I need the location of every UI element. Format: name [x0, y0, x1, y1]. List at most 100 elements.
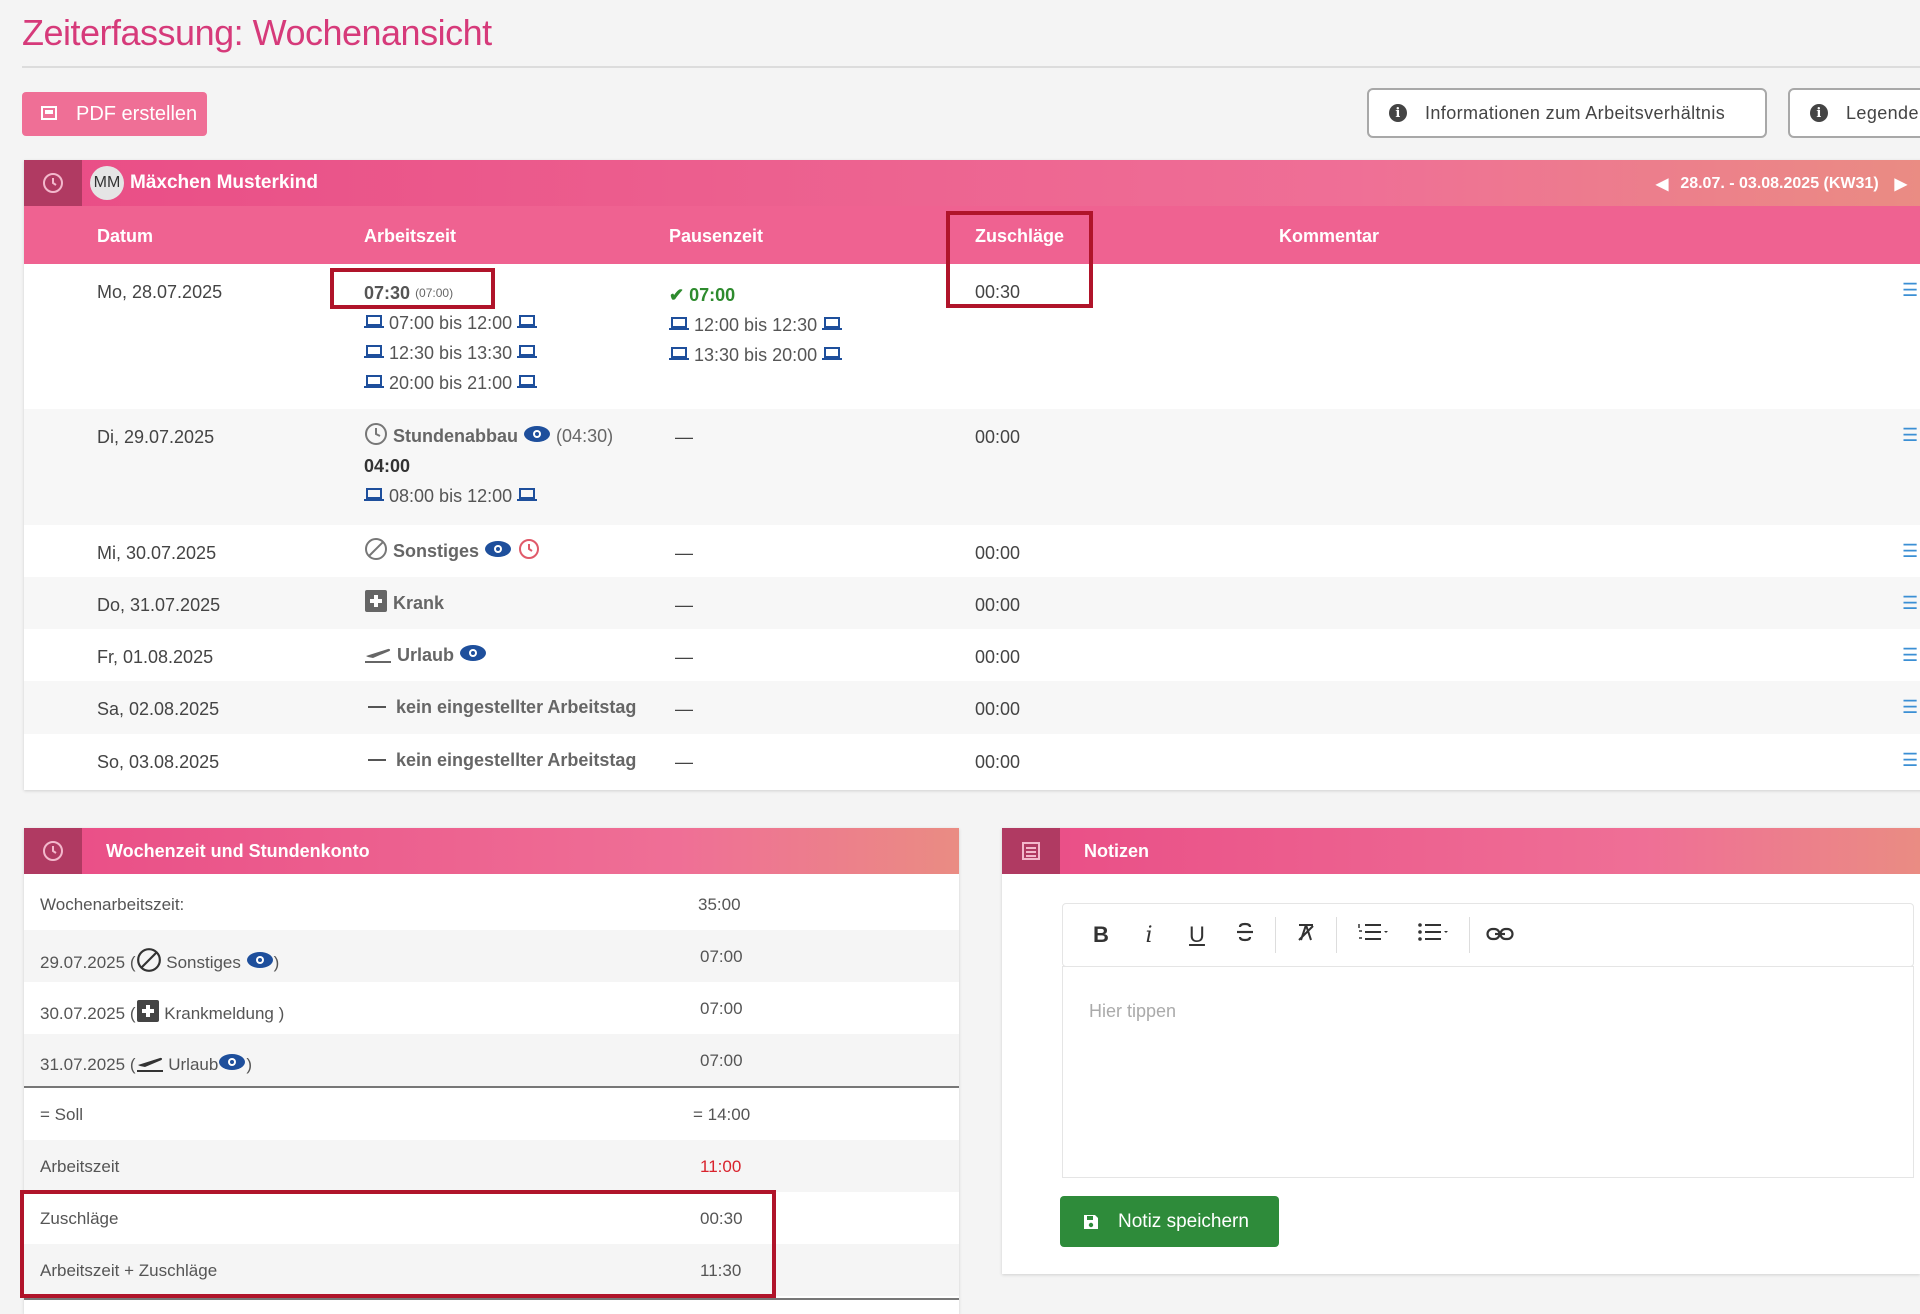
save-icon	[1084, 1214, 1098, 1229]
pause-total: 07:00	[689, 284, 736, 305]
col-pausenzeit: Pausenzeit	[669, 226, 764, 246]
summary-label: = Soll	[40, 1105, 83, 1124]
laptop-icon	[517, 343, 538, 364]
summary-row: 30.07.2025 ( Krankmeldung ) 07:00	[24, 982, 959, 1034]
absence-type: Urlaub	[397, 644, 455, 665]
info-button[interactable]: i Informationen zum Arbeitsverhältnis	[1367, 88, 1767, 138]
table-row: Fr, 01.08.2025 Urlaub — 00:00 ☰✎	[24, 629, 1920, 681]
eye-icon[interactable]	[459, 644, 487, 667]
laptop-icon	[364, 373, 384, 394]
legend-button-label: Legende	[1846, 102, 1919, 123]
legend-button[interactable]: i Legende	[1788, 88, 1920, 138]
list-icon[interactable]: ☰	[1902, 280, 1918, 301]
summary-row: = Soll = 14:00	[24, 1088, 959, 1140]
worktime-cell: Stundenabbau (04:30) 04:00 08:00 bis 12:…	[364, 421, 613, 511]
absence-type: Krank	[393, 592, 445, 613]
summary-value: 07:00	[700, 999, 743, 1018]
notes-icon	[1002, 828, 1060, 874]
toolbar-divider	[1469, 917, 1470, 953]
bold-button[interactable]: B	[1077, 922, 1125, 948]
toolbar-divider	[1275, 917, 1276, 953]
time-interval: 12:30 bis 13:30	[389, 342, 513, 363]
history-icon[interactable]	[517, 537, 541, 566]
zuschlag-value: 00:00	[975, 543, 1021, 563]
table-row: Do, 31.07.2025 Krank — 00:00 ☰✎	[24, 577, 1920, 629]
absence-type: kein eingestellter Arbeitstag	[396, 696, 637, 717]
laptop-icon	[517, 486, 538, 507]
laptop-icon	[517, 373, 538, 394]
table-row: Sa, 02.08.2025 kein eingestellter Arbeit…	[24, 681, 1920, 734]
week-banner: MM Mäxchen Musterkind ◀ 28.07. - 03.08.2…	[24, 160, 1920, 206]
absence-type: Sonstiges	[393, 540, 480, 561]
notes-editor[interactable]: Hier tippen	[1062, 966, 1914, 1178]
laptop-icon	[364, 313, 384, 334]
list-icon[interactable]: ☰	[1902, 541, 1918, 562]
title-divider	[22, 66, 1920, 68]
paren-close: )	[278, 1003, 285, 1023]
week-navigation: ◀ 28.07. - 03.08.2025 (KW31) ▶	[1656, 174, 1907, 194]
eye-icon[interactable]	[523, 425, 551, 448]
table-row: So, 03.08.2025 kein eingestellter Arbeit…	[24, 734, 1920, 786]
save-note-label: Notiz speichern	[1118, 1210, 1249, 1232]
pdf-button-label: PDF erstellen	[76, 102, 198, 125]
eye-icon[interactable]	[246, 951, 274, 974]
summary-row: Wochenarbeitszeit: 35:00	[24, 878, 959, 930]
laptop-icon	[669, 315, 689, 336]
summary-row: 29.07.2025 ( Sonstiges ) 07:00	[24, 930, 959, 982]
underline-button[interactable]: U	[1173, 922, 1221, 948]
laptop-icon	[669, 345, 689, 366]
pause-value: —	[675, 543, 693, 563]
link-button[interactable]	[1476, 922, 1524, 948]
highlight-box	[946, 211, 1093, 308]
absence-type: Stundenabbau	[393, 425, 519, 446]
absence-extra: (04:30)	[556, 425, 614, 446]
laptop-icon	[822, 345, 843, 366]
pause-value: —	[675, 595, 693, 615]
clear-format-button[interactable]	[1282, 921, 1330, 949]
pdf-button[interactable]: PDF erstellen	[22, 92, 207, 136]
forbidden-icon	[136, 947, 162, 978]
airplane-icon	[364, 642, 392, 669]
pause-interval: 12:00 bis 12:30	[694, 314, 818, 335]
notes-banner: Notizen	[1002, 828, 1920, 874]
list-icon[interactable]: ☰	[1902, 593, 1918, 614]
list-icon[interactable]: ☰	[1902, 645, 1918, 666]
next-week-icon[interactable]: ▶	[1895, 174, 1907, 194]
absence-type: Krankmeldung	[164, 1003, 274, 1023]
prev-week-icon[interactable]: ◀	[1656, 174, 1668, 194]
airplane-icon	[136, 1051, 164, 1078]
week-range: 28.07. - 03.08.2025 (KW31)	[1680, 175, 1879, 192]
time-interval: 07:00 bis 12:00	[389, 312, 513, 333]
eye-icon[interactable]	[484, 540, 512, 563]
laptop-icon	[822, 315, 843, 336]
eye-icon[interactable]	[218, 1053, 246, 1076]
employee-name[interactable]: Mäxchen Musterkind	[130, 172, 318, 194]
italic-button[interactable]: i	[1125, 923, 1173, 948]
row-date: Mi, 30.07.2025	[97, 543, 217, 563]
highlight-box	[330, 268, 495, 309]
ordered-list-button[interactable]	[1343, 922, 1403, 948]
info-icon: i	[1389, 104, 1407, 122]
summary-divider	[24, 1298, 959, 1300]
info-button-label: Informationen zum Arbeitsverhältnis	[1425, 102, 1726, 123]
list-icon[interactable]: ☰	[1902, 697, 1918, 718]
list-icon[interactable]: ☰	[1902, 425, 1918, 446]
zuschlag-value: 00:00	[975, 647, 1021, 667]
time-interval: 08:00 bis 12:00	[389, 485, 513, 506]
editor-toolbar: B i U	[1062, 903, 1914, 967]
editor-placeholder: Hier tippen	[1089, 1001, 1177, 1021]
pause-value: —	[675, 647, 693, 667]
bullet-list-button[interactable]	[1403, 922, 1463, 948]
absence-date: 31.07.2025	[40, 1054, 126, 1074]
zuschlag-value: 00:00	[975, 427, 1021, 447]
row-date: Do, 31.07.2025	[97, 595, 221, 615]
absence-date: 30.07.2025	[40, 1003, 126, 1023]
save-note-button[interactable]: Notiz speichern	[1060, 1196, 1279, 1247]
info-icon: i	[1810, 104, 1828, 122]
summary-label: Wochenarbeitszeit:	[40, 895, 185, 914]
pause-interval: 13:30 bis 20:00	[694, 344, 818, 365]
strikethrough-button[interactable]	[1221, 921, 1269, 949]
medical-icon	[136, 999, 160, 1028]
summary-value: 07:00	[700, 947, 743, 966]
list-icon[interactable]: ☰	[1902, 750, 1918, 771]
